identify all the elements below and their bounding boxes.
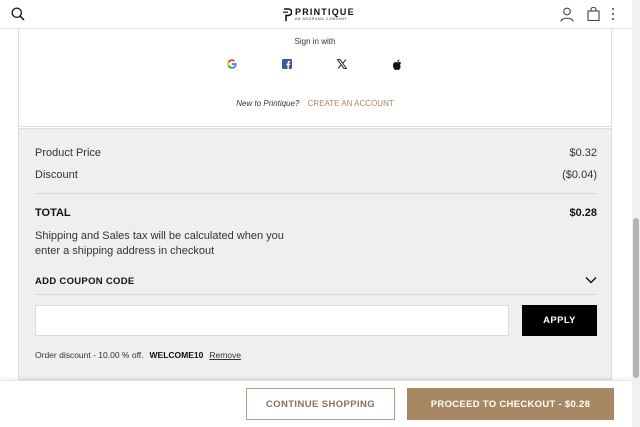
coupon-heading: ADD COUPON CODE <box>35 276 135 287</box>
google-icon[interactable] <box>225 57 239 71</box>
product-price-row: Product Price $0.32 <box>35 147 597 159</box>
discount-row: Discount ($0.04) <box>35 169 597 181</box>
total-value: $0.28 <box>569 207 597 219</box>
coupon-toggle[interactable]: ADD COUPON CODE <box>35 276 597 287</box>
total-label: TOTAL <box>35 207 71 219</box>
order-discount-text: Order discount - 10.00 % off. <box>35 350 144 360</box>
create-account-link[interactable]: CREATE AN ACCOUNT <box>308 99 394 108</box>
new-to-label: New to Printique? <box>236 99 300 108</box>
order-summary: Product Price $0.32 Discount ($0.04) TOT… <box>18 128 612 380</box>
product-price-label: Product Price <box>35 147 102 159</box>
logo-tagline: AN ADORAMA COMPANY <box>295 17 348 22</box>
chevron-down-icon <box>585 276 597 287</box>
applied-discount: Order discount - 10.00 % off. WELCOME10 … <box>35 350 241 360</box>
more-menu-icon[interactable] <box>609 6 617 22</box>
proceed-to-checkout-button[interactable]: PROCEED TO CHECKOUT - $0.28 <box>407 388 614 420</box>
total-row: TOTAL $0.28 <box>35 207 597 219</box>
facebook-icon[interactable] <box>280 57 294 71</box>
discount-label: Discount <box>35 169 78 181</box>
site-header: PRINTIQUE AN ADORAMA COMPANY <box>0 0 632 29</box>
page-scrollbar[interactable] <box>632 0 640 427</box>
x-icon[interactable] <box>335 57 349 71</box>
logo-wordmark: PRINTIQUE <box>295 7 355 18</box>
apply-coupon-button[interactable]: APPLY <box>522 305 597 336</box>
search-icon[interactable] <box>10 6 26 22</box>
shopping-bag-icon[interactable] <box>585 6 601 22</box>
coupon-code: WELCOME10 <box>149 350 204 360</box>
tax-note: Shipping and Sales tax will be calculate… <box>35 230 284 257</box>
logo-mark-icon <box>283 8 292 21</box>
coupon-code-input[interactable] <box>35 305 509 336</box>
summary-divider <box>35 193 597 194</box>
continue-shopping-button[interactable]: CONTINUE SHOPPING <box>246 388 395 420</box>
checkout-action-bar: CONTINUE SHOPPING PROCEED TO CHECKOUT - … <box>0 380 632 427</box>
signin-panel: Sign in with New to Printique? CREATE AN… <box>18 29 612 127</box>
sign-in-with-label: Sign in with <box>294 37 336 46</box>
printique-logo[interactable]: PRINTIQUE AN ADORAMA COMPANY <box>282 6 355 24</box>
scrollbar-thumb[interactable] <box>633 218 639 378</box>
coupon-divider <box>35 294 597 295</box>
remove-coupon-link[interactable]: Remove <box>209 350 241 360</box>
product-price-value: $0.32 <box>569 147 597 159</box>
apple-icon[interactable] <box>390 57 404 71</box>
new-customer-line: New to Printique? CREATE AN ACCOUNT <box>19 99 611 108</box>
discount-value: ($0.04) <box>562 169 597 181</box>
account-icon[interactable] <box>559 6 575 22</box>
